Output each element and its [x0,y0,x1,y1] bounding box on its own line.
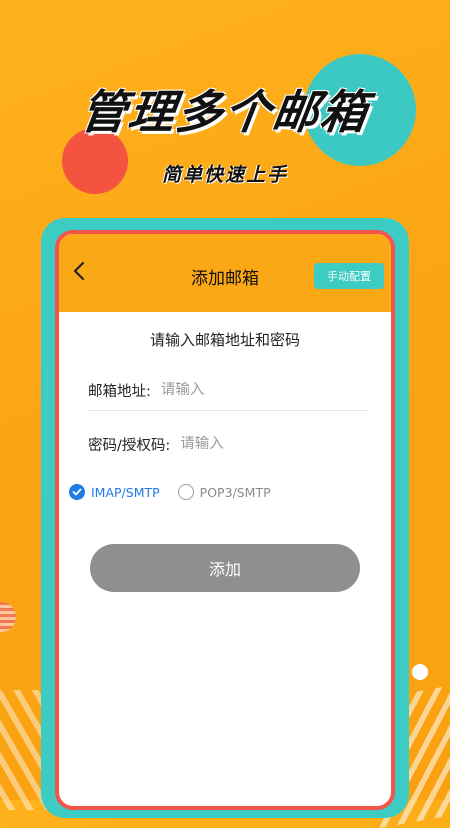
app-header: 添加邮箱 手动配置 [59,234,391,312]
radio-pop3-label: POP3/SMTP [199,484,271,500]
add-button[interactable]: 添加 [90,544,360,592]
password-input[interactable] [180,436,331,452]
radio-pop3-smtp[interactable]: POP3/SMTP [177,484,271,500]
email-input[interactable] [160,382,311,398]
radio-empty-icon [177,484,194,500]
password-label: 密码/授权码: [88,437,171,454]
radio-imap-smtp[interactable]: IMAP/SMTP [69,484,160,500]
radio-imap-label: IMAP/SMTP [91,484,160,500]
decorative-striped-circle [0,602,16,632]
email-label: 邮箱地址: [88,383,151,400]
password-row: 密码/授权码: [88,424,368,464]
manual-config-button[interactable]: 手动配置 [314,263,384,289]
decorative-white-dot [412,664,428,680]
hero-subtitle: 简单快速上手 [161,164,288,186]
protocol-radio-group: IMAP/SMTP POP3/SMTP [69,484,289,500]
hero-title: 管理多个邮箱 [76,85,373,139]
phone-screen: 添加邮箱 手动配置 请输入邮箱地址和密码 邮箱地址: 密码/授权码: IMAP/… [55,230,395,810]
email-row: 邮箱地址: [88,370,368,411]
checkmark-icon [69,484,85,500]
form-prompt: 请输入邮箱地址和密码 [149,331,300,349]
